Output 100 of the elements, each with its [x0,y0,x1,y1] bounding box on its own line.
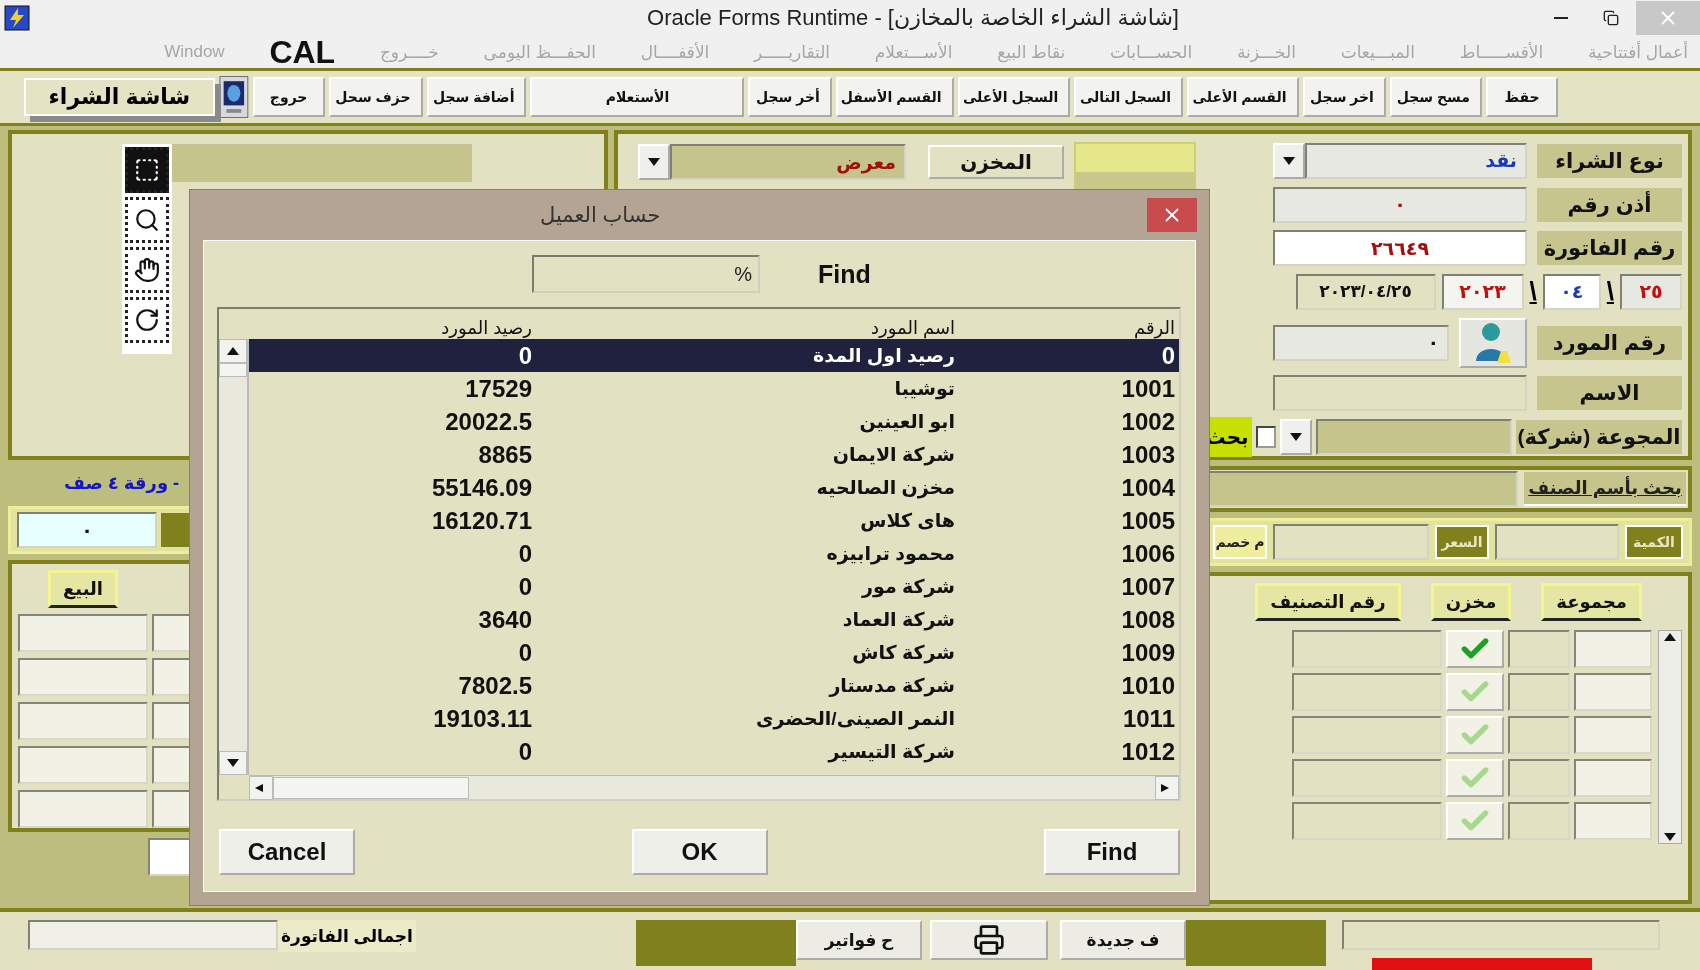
find-label: Find [818,259,871,289]
select-field[interactable]: نقد [1305,142,1527,179]
scroll-bar[interactable] [1658,630,1682,844]
grid-cell[interactable] [18,702,148,740]
grid-cell[interactable] [152,702,192,740]
date-field[interactable]: ٢٠٢٣/٠٤/٢٥ [1295,273,1436,310]
dropdown-button[interactable] [1273,142,1305,179]
input-field[interactable] [1273,524,1429,560]
month-field[interactable]: ٠٤ [1542,273,1601,310]
sheet-info-text: - ورقة ٤ صف [64,472,180,494]
grid-cell[interactable] [152,614,192,652]
rotate-tool[interactable] [125,297,169,343]
grid-cell[interactable] [1508,759,1570,797]
minimize-icon [1554,17,1568,19]
input-field[interactable] [28,920,278,950]
scroll-right-button[interactable] [1155,775,1179,800]
input-field[interactable]: ٠ [1273,186,1527,223]
toolbar-button[interactable]: القسم الأعلى [1187,77,1299,117]
grid-cell[interactable] [1508,802,1570,840]
grid-cell[interactable] [18,746,148,784]
column-header: اسم المورد [870,317,956,339]
monitor-icon[interactable] [218,74,249,120]
toolbar-button[interactable]: حزف سحل [328,77,423,117]
toolbar-button[interactable]: القسم الأسفل [835,77,954,117]
print-button[interactable] [930,920,1048,960]
table-cell-text: محمود ترابيزه [825,542,956,565]
toolbar-button[interactable]: حروج [252,77,325,117]
check-button[interactable] [1446,673,1504,711]
check-button[interactable] [1446,716,1504,754]
zoom-tool[interactable] [125,197,169,243]
person-button[interactable] [1459,317,1527,368]
grid-cell[interactable] [1292,673,1442,711]
scroll-up-button[interactable] [219,339,247,363]
close-button[interactable] [1147,198,1197,232]
search-link[interactable]: بحث بأسم الصنف [1524,472,1686,506]
grid-cell[interactable] [1574,716,1652,754]
input-field[interactable] [1273,375,1527,412]
grid-cell[interactable] [1292,802,1442,840]
dropdown-button[interactable] [1280,419,1312,455]
column-header[interactable]: مجموعة [1541,583,1642,621]
scroll-thumb[interactable] [273,776,469,799]
dialog-button[interactable]: Find [1044,829,1180,875]
column-header[interactable]: مخزن [1430,583,1512,621]
grid-cell[interactable] [18,658,148,696]
input-field[interactable]: ٠ [17,512,157,548]
toolbar-button[interactable]: اخر سجل [1302,77,1386,117]
input-field[interactable]: ٠ [1273,324,1449,361]
check-button[interactable] [1446,759,1504,797]
grid-cell[interactable] [152,790,192,828]
up-arrow-icon [227,347,239,355]
column-header[interactable]: رقم التصنيف [1255,583,1401,621]
toolbar-button[interactable]: أضافة سجل [426,77,527,117]
grid-cell[interactable] [18,614,148,652]
toolbar-button[interactable]: حقظ [1486,77,1558,117]
grid-cell[interactable] [1508,673,1570,711]
year-field[interactable]: ٢٠٢٣ [1441,273,1524,310]
toolbar-button[interactable]: السجل التالى [1074,77,1184,117]
grid-cell[interactable] [152,658,192,696]
day-field[interactable]: ٢٥ [1620,273,1682,310]
grid-cell[interactable] [1292,716,1442,754]
new-invoice-button[interactable]: ف جديدة [1060,920,1186,960]
table-cell-text: شركة التيسير [826,740,956,763]
dropdown-button[interactable] [638,144,670,180]
toolbar-button[interactable]: السجل الأعلى [957,77,1071,117]
grid-cell[interactable] [1574,802,1652,840]
store-button[interactable]: المخزن [928,145,1064,179]
grid-cell[interactable] [1508,630,1570,668]
field-label: نوع الشراء [1537,143,1682,178]
table-cell-text: 17529 [464,374,533,403]
grid-cell[interactable] [1574,759,1652,797]
find-field[interactable]: % [532,255,760,293]
select-tool[interactable] [125,147,169,193]
grid-cell[interactable] [1508,716,1570,754]
grid-cell[interactable] [152,746,192,784]
scroll-left-button[interactable] [249,775,273,800]
column-header[interactable]: البيع [48,570,118,608]
table-cell-text: شركة العماد [841,608,956,631]
input-field[interactable] [1495,524,1619,560]
dialog-button[interactable]: Cancel [219,829,355,875]
scroll-down-button[interactable] [219,751,247,775]
grid-cell[interactable] [1574,630,1652,668]
dialog-button[interactable]: OK [631,829,768,875]
grid-cell[interactable] [1292,759,1442,797]
check-button[interactable] [1446,630,1504,668]
hand-tool[interactable] [125,247,169,293]
input-field[interactable] [1342,920,1660,950]
grid-cell[interactable] [1574,673,1652,711]
table-cell-text: 1002 [1120,407,1176,436]
select-field[interactable] [1316,419,1512,455]
grid-cell[interactable] [1292,630,1442,668]
store-select[interactable]: معرض [670,144,906,180]
invoices-button[interactable]: ح فواتير [796,920,922,960]
input-field[interactable]: ٢٦٦٤٩ [1273,230,1527,267]
check-button[interactable] [1446,802,1504,840]
toolbar-button[interactable]: الأستعلام [530,77,745,117]
scroll-thumb[interactable] [219,363,247,377]
checkbox[interactable] [1256,426,1276,448]
toolbar-button[interactable]: مسح سجل [1389,77,1482,117]
grid-cell[interactable] [18,790,148,828]
toolbar-button[interactable]: أخر سجل [748,77,832,117]
